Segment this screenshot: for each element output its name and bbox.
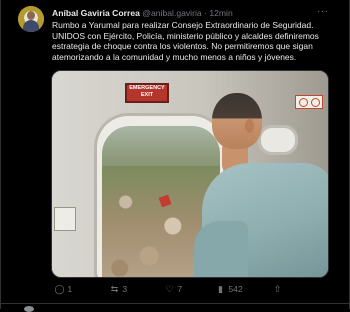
safety-pictogram: [295, 95, 323, 109]
avatar-head: [27, 11, 35, 20]
tweet-timestamp[interactable]: 12min: [209, 8, 232, 18]
more-options-icon[interactable]: ···: [317, 6, 329, 17]
cabin-window-small: [258, 125, 298, 155]
share-button[interactable]: ⇧: [272, 284, 283, 295]
author-name[interactable]: Aníbal Gaviria Correa: [52, 8, 140, 18]
share-icon: ⇧: [273, 284, 282, 294]
like-count: 7: [177, 284, 183, 294]
tweet[interactable]: Aníbal Gaviria Correa @anibal.gaviria · …: [0, 0, 350, 309]
header-separator: ·: [204, 8, 207, 18]
tweet-divider: [0, 303, 350, 304]
avatar-shirt: [23, 20, 39, 32]
like-button[interactable]: ♡ 7: [164, 284, 182, 295]
reply-button[interactable]: ◯ 1: [54, 284, 72, 295]
author-avatar[interactable]: [18, 6, 44, 32]
author-handle[interactable]: @anibal.gaviria: [142, 8, 201, 18]
views-count: 542: [228, 284, 243, 294]
pictogram-symbol: [311, 98, 320, 107]
person-head: [212, 93, 262, 149]
tweet-media-photo[interactable]: EMERGENCY EXIT: [51, 70, 329, 278]
tweet-text: Rumbo a Yarumal para realizar Consejo Ex…: [52, 20, 319, 62]
tweet-actions: ◯ 1 ⇆ 3 ♡ 7 ▮ 542 ⇧: [52, 284, 332, 298]
like-icon: ♡: [165, 284, 174, 294]
retweet-button[interactable]: ⇆ 3: [109, 284, 127, 295]
reply-count: 1: [67, 284, 73, 294]
retweet-icon: ⇆: [110, 284, 119, 294]
person-arm: [194, 221, 248, 277]
person-ear: [245, 119, 254, 133]
views-icon: ▮: [218, 284, 223, 294]
pictogram-symbol: [299, 98, 308, 107]
tweet-header: Aníbal Gaviria Correa @anibal.gaviria · …: [52, 8, 233, 18]
next-tweet-avatar[interactable]: [24, 306, 34, 312]
wall-placard: [54, 207, 76, 231]
reply-icon: ◯: [54, 284, 65, 294]
emergency-exit-sign: EMERGENCY EXIT: [125, 83, 169, 103]
views-button[interactable]: ▮ 542: [215, 284, 243, 295]
retweet-count: 3: [122, 284, 128, 294]
